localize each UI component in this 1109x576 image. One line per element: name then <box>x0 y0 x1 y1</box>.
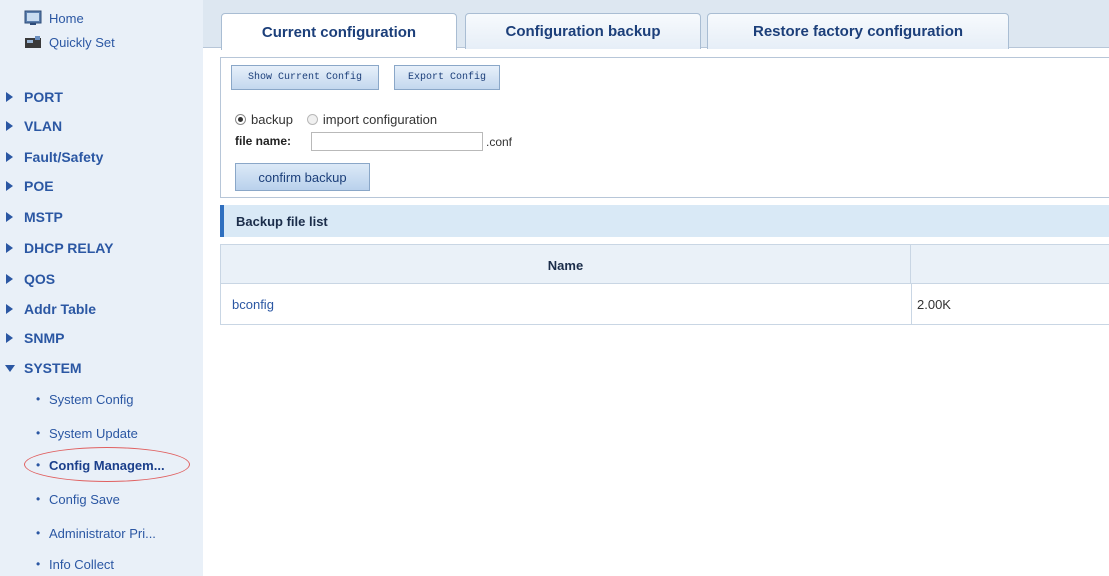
sidebar-item-label: Config Managem... <box>49 457 165 473</box>
config-panel: Show Current Config Export Config backup… <box>220 57 1109 198</box>
tab-current-configuration[interactable]: Current configuration <box>221 13 457 50</box>
sidebar-group-fault-safety[interactable]: Fault/Safety <box>0 145 203 169</box>
sidebar-group-label: VLAN <box>24 118 63 134</box>
caret-right-icon <box>6 274 13 284</box>
caret-right-icon <box>6 304 13 314</box>
table-header-row: Name <box>220 244 1109 285</box>
sidebar-group-label: MSTP <box>24 209 63 225</box>
sidebar-group-mstp[interactable]: MSTP <box>0 205 203 229</box>
section-title: Backup file list <box>236 213 328 229</box>
import-configuration-radio[interactable] <box>306 113 318 125</box>
sidebar-group-label: POE <box>24 178 54 194</box>
caret-right-icon <box>6 121 13 131</box>
backup-radio[interactable] <box>235 113 246 125</box>
sidebar-group-label: Addr Table <box>24 301 97 317</box>
file-name-input[interactable] <box>311 132 483 151</box>
backup-file-list-header: Backup file list <box>220 205 1109 237</box>
sidebar-group-label: PORT <box>24 89 63 105</box>
sidebar-group-poe[interactable]: POE <box>0 174 203 198</box>
main-content: Current configuration Configuration back… <box>203 0 1109 576</box>
sidebar-item-system-update[interactable]: • System Update <box>0 421 203 445</box>
sidebar: Home Quickly Set PORT VLAN Fault/Safety … <box>0 0 203 576</box>
sidebar-item-system-config[interactable]: • System Config <box>0 387 203 411</box>
caret-right-icon <box>6 152 13 162</box>
caret-right-icon <box>6 92 13 102</box>
column-divider <box>911 284 912 325</box>
file-extension-label: .conf <box>486 135 513 149</box>
sidebar-item-administrator-privilege[interactable]: • Administrator Pri... <box>0 521 203 545</box>
sidebar-item-label: Home <box>49 10 84 26</box>
sidebar-group-label: QOS <box>24 271 56 287</box>
caret-right-icon <box>6 212 13 222</box>
sidebar-group-label: SNMP <box>24 330 65 346</box>
sidebar-item-info-collect[interactable]: • Info Collect <box>0 552 203 576</box>
bullet-icon: • <box>36 492 41 506</box>
sidebar-group-label: Fault/Safety <box>24 149 104 165</box>
sidebar-item-label: Config Save <box>49 491 120 507</box>
bullet-icon: • <box>36 458 41 472</box>
table-row: bconfig 2.00K <box>220 284 1109 325</box>
tab-label: Current configuration <box>261 23 417 41</box>
caret-right-icon <box>6 333 13 343</box>
backup-file-name-link[interactable]: bconfig <box>232 284 274 325</box>
sidebar-item-home[interactable]: Home <box>0 6 203 30</box>
sidebar-group-port[interactable]: PORT <box>0 85 203 109</box>
sidebar-item-config-management[interactable]: • Config Managem... <box>0 453 203 477</box>
tab-configuration-backup[interactable]: Configuration backup <box>465 13 701 49</box>
quick-set-icon <box>25 36 41 48</box>
bullet-icon: • <box>36 392 41 406</box>
sidebar-item-label: System Update <box>49 425 138 441</box>
sidebar-group-addr-table[interactable]: Addr Table <box>0 297 203 321</box>
sidebar-group-label: SYSTEM <box>24 360 82 376</box>
sidebar-item-config-save[interactable]: • Config Save <box>0 487 203 511</box>
backup-file-size: 2.00K <box>917 297 951 312</box>
sidebar-item-label: Quickly Set <box>49 34 115 50</box>
column-header-label: Name <box>547 257 584 273</box>
sidebar-group-snmp[interactable]: SNMP <box>0 326 203 350</box>
bullet-icon: • <box>36 526 41 540</box>
sidebar-item-quickly-set[interactable]: Quickly Set <box>0 30 203 54</box>
caret-right-icon <box>6 243 13 253</box>
button-label: confirm backup <box>258 169 347 185</box>
bullet-icon: • <box>36 426 41 440</box>
sidebar-group-system[interactable]: SYSTEM <box>0 356 203 380</box>
button-label: Export Config <box>407 72 486 83</box>
sidebar-group-dhcp-relay[interactable]: DHCP RELAY <box>0 236 203 260</box>
bullet-icon: • <box>36 557 41 571</box>
backup-radio-label: backup <box>251 111 293 127</box>
sidebar-item-label: Info Collect <box>49 556 115 572</box>
sidebar-group-vlan[interactable]: VLAN <box>0 114 203 138</box>
import-configuration-radio-label: import configuration <box>322 111 438 127</box>
tab-restore-factory-configuration[interactable]: Restore factory configuration <box>707 13 1009 49</box>
caret-down-icon <box>5 364 15 372</box>
sidebar-item-label: Administrator Pri... <box>49 525 156 541</box>
tab-bar: Current configuration Configuration back… <box>203 0 1109 50</box>
caret-right-icon <box>6 181 13 191</box>
sidebar-group-label: DHCP RELAY <box>24 240 114 256</box>
button-label: Show Current Config <box>247 72 363 83</box>
show-current-config-button[interactable]: Show Current Config <box>231 65 379 90</box>
sidebar-item-label: System Config <box>49 391 134 407</box>
tab-label: Restore factory configuration <box>752 23 964 40</box>
tab-label: Configuration backup <box>505 23 661 40</box>
export-config-button[interactable]: Export Config <box>394 65 500 90</box>
column-header-name: Name <box>221 245 911 285</box>
sidebar-group-qos[interactable]: QOS <box>0 267 203 291</box>
file-name-label: file name: <box>235 134 292 148</box>
backup-mode-radio-group: backup import configuration <box>235 110 437 128</box>
confirm-backup-button[interactable]: confirm backup <box>235 163 370 191</box>
home-icon <box>24 10 42 25</box>
